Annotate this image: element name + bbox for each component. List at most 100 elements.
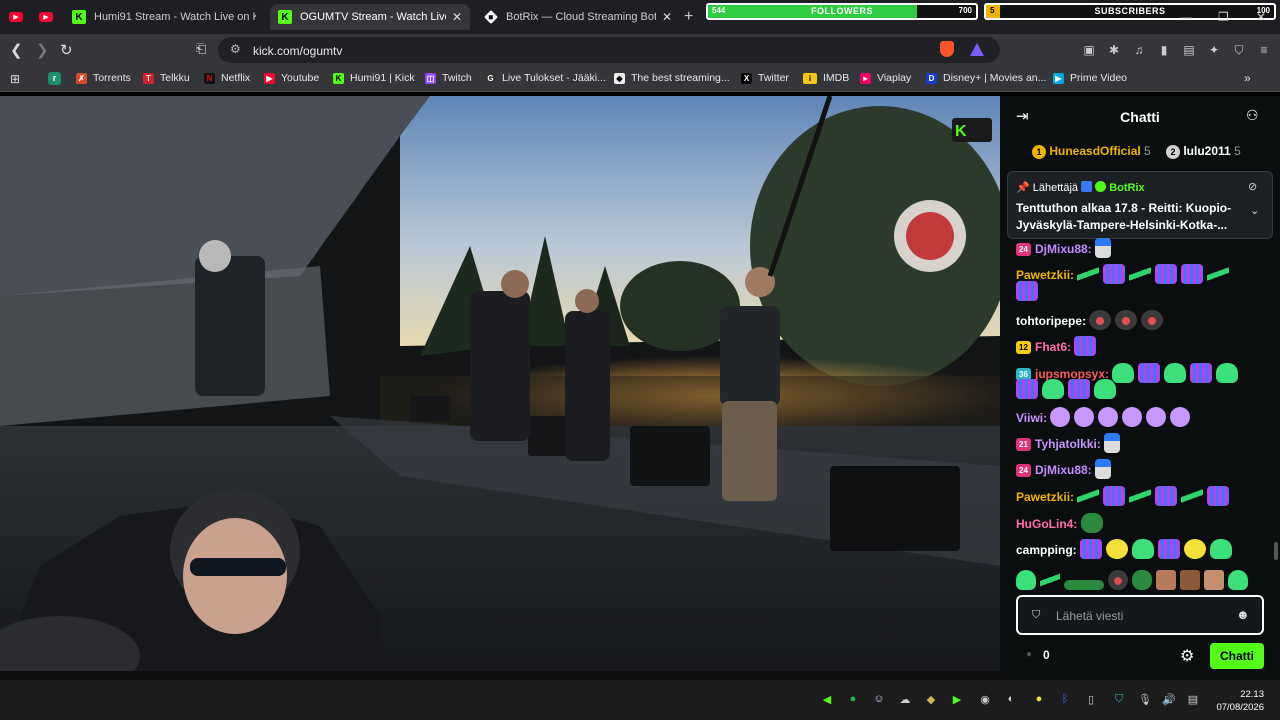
emote-button[interactable] xyxy=(1180,570,1200,590)
chat-username[interactable]: Pawetzkii: xyxy=(1016,268,1074,282)
notifications-icon[interactable]: ▤ xyxy=(1186,693,1200,707)
bookmark-youtube[interactable]: ▶ Youtube xyxy=(264,72,319,84)
streamlabs-icon[interactable]: ◐ xyxy=(1004,693,1018,707)
game-icon[interactable]: ◆ xyxy=(924,693,938,707)
forward-icon[interactable]: ❯ xyxy=(36,41,49,59)
bookmark-viaplay[interactable]: ▸ Viaplay xyxy=(860,72,911,84)
wallet-icon[interactable]: ▤ xyxy=(1182,43,1196,57)
chat-message[interactable]: Pawetzkii: xyxy=(1016,486,1233,506)
maximize-icon[interactable]: ❐ xyxy=(1218,10,1229,24)
bookmark-telkku[interactable]: T Telkku xyxy=(143,72,190,84)
emote-button[interactable] xyxy=(1132,570,1152,590)
chat-message[interactable]: Viiwi: xyxy=(1016,407,1194,427)
brave-shield-icon[interactable] xyxy=(940,41,954,57)
bookmark-icon[interactable]: ⎗ xyxy=(196,41,206,57)
emote-button[interactable] xyxy=(1228,570,1248,590)
chat-message[interactable]: 24 DjMixu88: xyxy=(1016,238,1115,258)
app-icon[interactable]: ● xyxy=(1032,693,1046,707)
bookmark-twitch[interactable]: ◫ Twitch xyxy=(425,72,472,84)
bookmark-streaming[interactable]: ◆ The best streaming... xyxy=(614,72,730,84)
vpn-icon[interactable]: ⛉ xyxy=(1232,43,1246,57)
more-bookmarks-icon[interactable]: » xyxy=(1244,71,1251,85)
emote-button[interactable] xyxy=(1016,570,1036,590)
close-icon[interactable]: ✕ xyxy=(662,10,672,24)
screenshot-icon[interactable]: ▣ xyxy=(1082,43,1096,57)
apps-grid-icon[interactable]: ⊞ xyxy=(10,72,20,86)
gifter-1[interactable]: 1 HuneasdOfficial 5 xyxy=(1032,144,1151,159)
leo-ai-icon[interactable]: ✦ xyxy=(1207,43,1221,57)
back-icon[interactable]: ❮ xyxy=(10,41,23,59)
chat-username[interactable]: HuGoLin4: xyxy=(1016,517,1077,531)
reload-icon[interactable]: ↻ xyxy=(60,41,73,59)
play-icon[interactable]: ▶ xyxy=(950,693,964,707)
emote-button[interactable] xyxy=(1040,570,1060,590)
expand-chevron-icon[interactable]: ⌄ xyxy=(1250,204,1259,217)
minimize-icon[interactable]: — xyxy=(1180,10,1192,24)
emote-button[interactable] xyxy=(1108,570,1128,590)
security-icon[interactable]: ⛉ xyxy=(1112,693,1126,707)
new-tab-icon[interactable]: + xyxy=(684,8,693,26)
bookmark-imdb[interactable]: i IMDB xyxy=(803,72,849,84)
chat-username[interactable]: Pawetzkii: xyxy=(1016,490,1074,504)
bluetooth-icon[interactable]: ᛒ xyxy=(1058,693,1072,707)
extensions-icon[interactable]: ✱ xyxy=(1107,43,1121,57)
spotify-icon[interactable]: ● xyxy=(846,693,860,707)
hide-icon[interactable]: ⊘ xyxy=(1248,180,1257,193)
music-icon[interactable]: ♫ xyxy=(1132,43,1146,57)
kick-tray-icon[interactable]: ◀ xyxy=(820,693,834,707)
menu-icon[interactable]: ≡ xyxy=(1257,43,1271,57)
phone-icon[interactable]: ▯ xyxy=(1084,693,1098,707)
chat-message[interactable]: tohtoripepe: xyxy=(1016,310,1167,330)
chat-settings-gear-icon[interactable]: ⚙ xyxy=(1180,646,1194,666)
bookmark-twitter[interactable]: X Twitter xyxy=(741,72,789,84)
chat-username[interactable]: tohtoripepe: xyxy=(1016,314,1086,328)
bookmark-disney[interactable]: D Disney+ | Movies an... xyxy=(926,72,1046,84)
tab-ogumtv[interactable]: K OGUMTV Stream - Watch Live ✕ xyxy=(270,4,470,30)
chat-message[interactable]: 21 Tyhjatolkki: xyxy=(1016,433,1124,453)
video-player[interactable]: K xyxy=(0,96,1000,671)
chat-message[interactable]: 24 DjMixu88: xyxy=(1016,459,1115,479)
send-chat-button[interactable]: Chatti xyxy=(1210,643,1264,669)
window-close-icon[interactable]: ✕ xyxy=(1256,10,1266,24)
bookmark-netflix[interactable]: N Netflix xyxy=(204,72,250,84)
emoji-icon[interactable]: ☻ xyxy=(1236,607,1250,622)
brave-rewards-icon[interactable] xyxy=(970,43,984,56)
bookmark-r-icon[interactable]: r xyxy=(48,72,61,85)
volume-icon[interactable]: 🔊 xyxy=(1162,693,1176,707)
user-list-icon[interactable]: ⚇ xyxy=(1246,107,1259,124)
microphone-icon[interactable]: 🎙 xyxy=(1138,693,1152,707)
bookmark-live-tulokset[interactable]: G Live Tulokset - Jääki... xyxy=(485,72,606,84)
chat-input[interactable]: ⛉ Lähetä viesti ☻ xyxy=(1016,595,1264,635)
emote-button[interactable] xyxy=(1156,570,1176,590)
chat-username[interactable]: campping: xyxy=(1016,543,1077,557)
chat-username[interactable]: DjMixu88: xyxy=(1035,242,1092,256)
chat-username[interactable]: Viiwi: xyxy=(1016,411,1047,425)
bookmark-torrents[interactable]: ✗ Torrents xyxy=(76,72,131,84)
chat-message[interactable]: 12 Fhat6: xyxy=(1016,336,1100,356)
sidebar-icon[interactable]: ▮ xyxy=(1157,43,1171,57)
gifter-2[interactable]: 2 lulu2011 5 xyxy=(1166,144,1241,159)
address-bar[interactable]: ⚙ kick.com/ogumtv xyxy=(218,37,1000,63)
site-info-icon[interactable]: ⚙ xyxy=(230,42,241,56)
discord-icon[interactable]: ☺ xyxy=(872,693,886,707)
pinned-message[interactable]: 📌 Lähettäjä BotRix ⊘ Tenttuthon alkaa 17… xyxy=(1007,171,1273,239)
chat-username[interactable]: Tyhjatolkki: xyxy=(1035,437,1101,451)
bookmark-humi91-kick[interactable]: K Humi91 | Kick xyxy=(333,72,415,84)
chat-message[interactable]: Pawetzkii: xyxy=(1016,264,1233,284)
pinned-tab-youtube[interactable]: ▶ xyxy=(6,8,26,26)
cloud-icon[interactable]: ☁ xyxy=(898,693,912,707)
chat-message[interactable]: HuGoLin4: xyxy=(1016,513,1107,533)
bookmark-prime-video[interactable]: ▶ Prime Video xyxy=(1053,72,1127,84)
emote-button[interactable] xyxy=(1204,570,1224,590)
channel-points[interactable]: 0 xyxy=(1043,648,1050,662)
tab-humi91[interactable]: K Humi91 Stream - Watch Live on Kick xyxy=(64,4,264,30)
obs-icon[interactable]: ◉ xyxy=(978,693,992,707)
chat-scrollbar[interactable] xyxy=(1274,542,1278,560)
system-clock[interactable]: 22.13 07/08/2026 xyxy=(1216,688,1264,714)
chat-username[interactable]: Fhat6: xyxy=(1035,340,1071,354)
chat-message[interactable]: campping: xyxy=(1016,539,1236,559)
tab-botrix[interactable]: ◆ BotRix — Cloud Streaming Bot for Tw ✕ xyxy=(476,4,680,30)
emote-button[interactable] xyxy=(1064,580,1104,590)
pinned-tab-youtube-2[interactable]: ▶ xyxy=(36,8,56,26)
close-icon[interactable]: ✕ xyxy=(452,10,462,24)
